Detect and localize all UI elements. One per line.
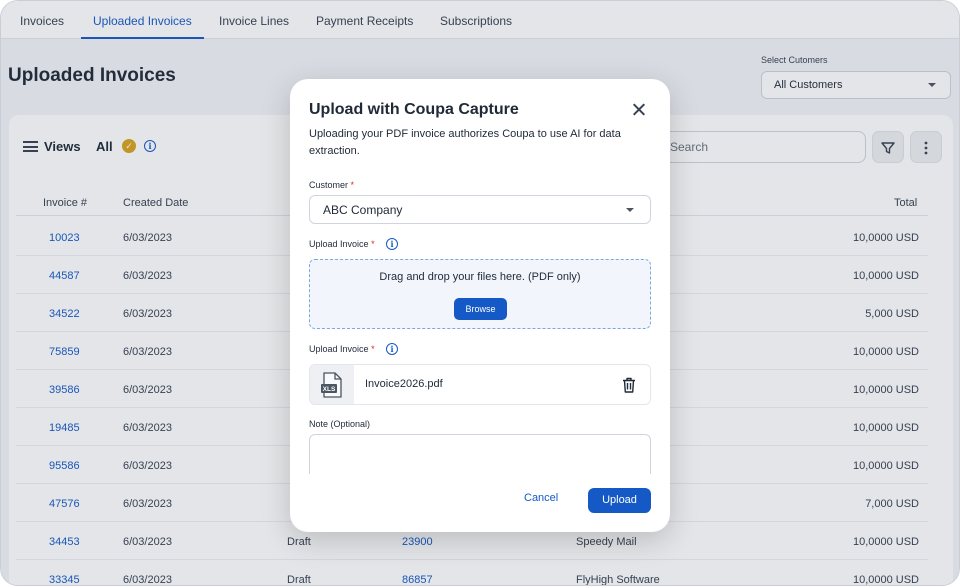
svg-text:XLS: XLS xyxy=(323,386,336,393)
upload-invoice-label: Upload Invoice * xyxy=(309,239,375,249)
upload-invoice-label: Upload Invoice * xyxy=(309,344,375,354)
xls-file-icon: XLS xyxy=(321,372,342,398)
cancel-button[interactable]: Cancel xyxy=(524,492,558,504)
browse-button[interactable]: Browse xyxy=(454,298,507,320)
customer-select[interactable]: ABC Company xyxy=(309,195,651,224)
dialog-description: Uploading your PDF invoice authorizes Co… xyxy=(309,128,621,157)
upload-button[interactable]: Upload xyxy=(588,488,651,513)
dropzone-text: Drag and drop your files here. (PDF only… xyxy=(379,271,581,283)
app-frame: Invoices Uploaded Invoices Invoice Lines… xyxy=(0,0,960,586)
file-thumbnail: XLS xyxy=(310,365,354,404)
upload-dialog: Upload with Coupa Capture Uploading your… xyxy=(290,79,670,532)
uploaded-file-item: XLS Invoice2026.pdf xyxy=(309,364,651,405)
info-icon[interactable]: i xyxy=(386,343,398,355)
close-icon[interactable] xyxy=(630,101,648,119)
note-field-label: Note (Optional) xyxy=(309,419,371,429)
info-icon[interactable]: i xyxy=(386,238,398,250)
chevron-down-icon xyxy=(626,208,634,212)
file-name: Invoice2026.pdf xyxy=(365,378,443,390)
dialog-title: Upload with Coupa Capture xyxy=(309,101,519,118)
required-marker: * xyxy=(350,180,355,190)
file-dropzone[interactable]: Drag and drop your files here. (PDF only… xyxy=(309,259,651,329)
note-textarea[interactable] xyxy=(309,434,651,474)
required-marker: * xyxy=(371,344,375,354)
trash-icon[interactable] xyxy=(622,377,636,393)
customer-select-value: ABC Company xyxy=(323,203,403,217)
required-marker: * xyxy=(371,239,375,249)
customer-field-label: Customer * xyxy=(309,180,355,190)
